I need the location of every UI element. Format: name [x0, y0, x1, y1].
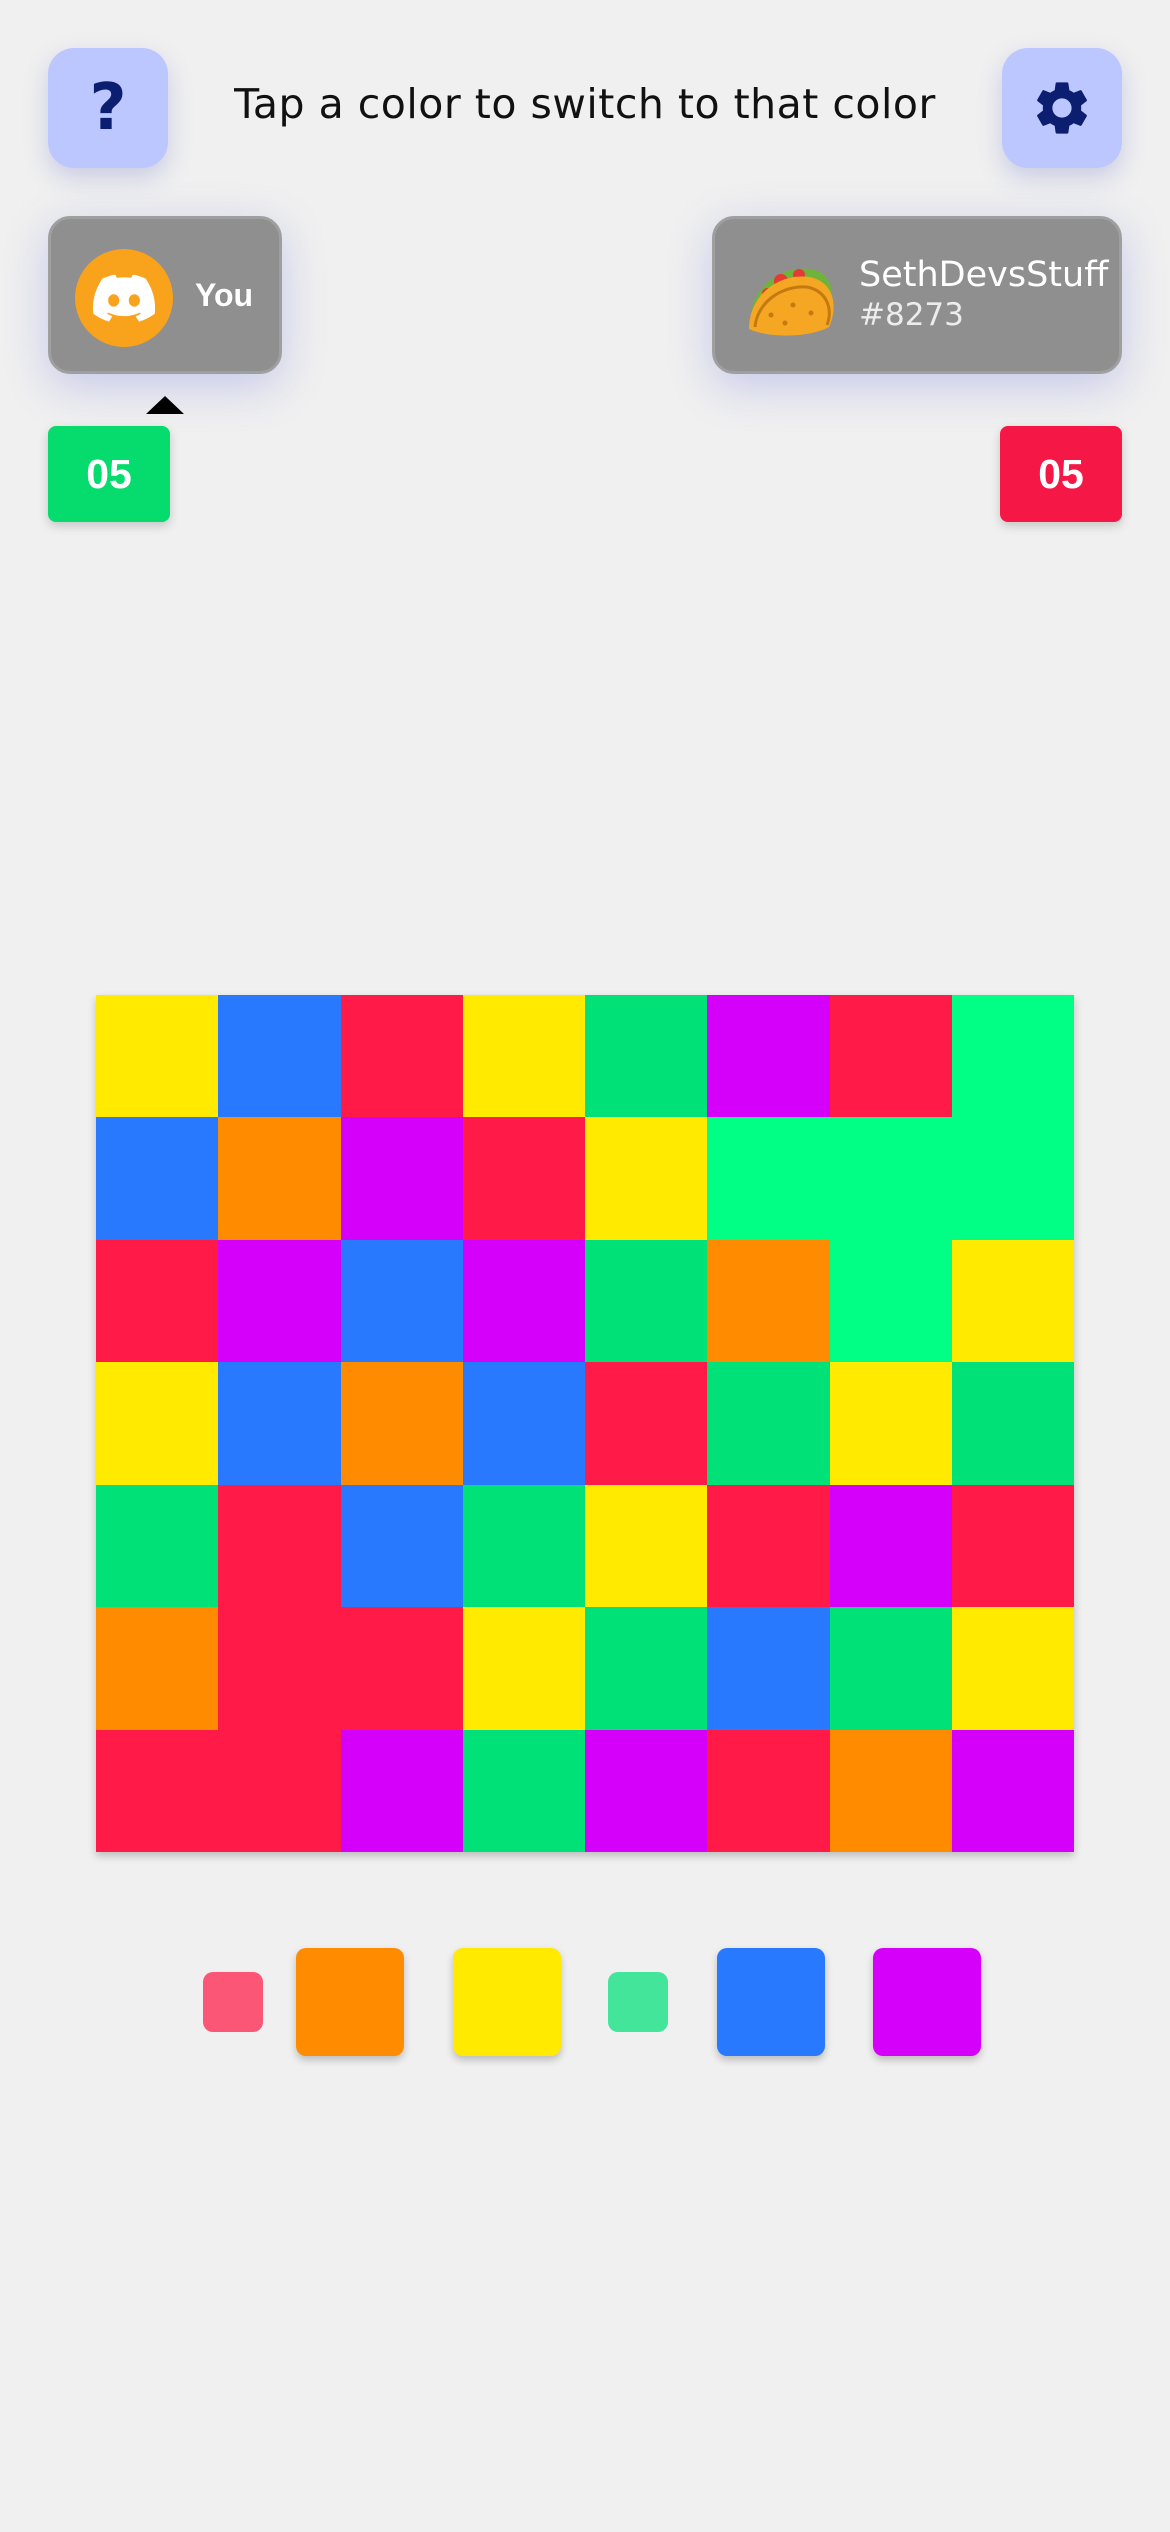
player-name-opponent: SethDevsStuff — [859, 255, 1109, 295]
color-swatch[interactable] — [873, 1948, 981, 2056]
board-cell — [462, 1484, 585, 1608]
board-cell — [462, 995, 585, 1118]
board-cell — [340, 995, 463, 1118]
player-tag-opponent: #8273 — [859, 297, 964, 333]
player-name-you: You — [195, 277, 254, 313]
board-cell — [96, 1607, 219, 1730]
board-cell — [829, 1239, 952, 1363]
board-cell — [951, 1362, 1074, 1485]
board-cell — [585, 1239, 708, 1363]
board-cell — [218, 1239, 341, 1363]
board-cell — [340, 1729, 463, 1852]
board-cell — [96, 1239, 219, 1363]
board-cell — [585, 995, 708, 1118]
score-badge-you: 05 — [48, 426, 170, 522]
gear-icon — [1037, 82, 1087, 134]
color-swatch[interactable] — [296, 1948, 404, 2056]
board-cell — [585, 1362, 708, 1485]
board-cell — [462, 1239, 585, 1363]
player-card-opponent: SethDevsStuff #8273 — [712, 216, 1122, 374]
board-cell — [96, 1117, 219, 1240]
board-cell — [829, 1117, 952, 1240]
game-screen: ? Tap a color to switch to that color Yo… — [0, 0, 1170, 2532]
board-cell — [829, 995, 952, 1118]
board-cell — [218, 1729, 341, 1852]
discord-icon — [93, 274, 155, 322]
board-cell — [951, 1729, 1074, 1852]
color-swatch[interactable] — [717, 1948, 825, 2056]
board-cell — [707, 1729, 830, 1852]
board-cell — [340, 1362, 463, 1485]
board-cell — [340, 1239, 463, 1363]
board-cell — [96, 995, 219, 1118]
board-cell — [462, 1607, 585, 1730]
board-cell — [951, 1607, 1074, 1730]
board-cell — [707, 1607, 830, 1730]
board-cell — [707, 1117, 830, 1240]
board-cell — [829, 1607, 952, 1730]
board-cell — [951, 1484, 1074, 1608]
board-cell — [340, 1117, 463, 1240]
instruction-text: Tap a color to switch to that color — [234, 80, 936, 128]
board-cell — [585, 1729, 708, 1852]
player-card-you: You — [48, 216, 282, 374]
board-cell — [951, 995, 1074, 1118]
board-cell — [96, 1729, 219, 1852]
board-cell — [829, 1362, 952, 1485]
board-cell — [585, 1117, 708, 1240]
settings-button[interactable] — [1002, 48, 1122, 168]
board-cell — [707, 1362, 830, 1485]
board-cell — [829, 1484, 952, 1608]
score-badge-opponent: 05 — [1000, 426, 1122, 522]
turn-indicator-arrow — [146, 396, 184, 414]
board-cell — [707, 1484, 830, 1608]
avatar — [75, 249, 173, 347]
board-cell — [340, 1484, 463, 1608]
board-cell — [96, 1484, 219, 1608]
color-palette — [0, 1948, 1170, 2058]
board-cell — [218, 1362, 341, 1485]
board-cell — [951, 1239, 1074, 1363]
board-cell — [218, 995, 341, 1118]
board-cell — [585, 1607, 708, 1730]
board-cell — [462, 1729, 585, 1852]
board-cell — [96, 1362, 219, 1485]
board-cell — [462, 1117, 585, 1240]
taco-icon — [749, 268, 834, 336]
board-cell — [462, 1362, 585, 1485]
help-button[interactable]: ? — [48, 48, 168, 168]
color-swatch — [203, 1972, 263, 2032]
board-cell — [218, 1117, 341, 1240]
color-swatch[interactable] — [453, 1948, 561, 2056]
question-mark-icon: ? — [89, 71, 127, 145]
game-board — [96, 995, 1074, 1852]
board-cell — [829, 1729, 952, 1852]
color-swatch — [608, 1972, 668, 2032]
board-cell — [707, 995, 830, 1118]
board-cell — [340, 1607, 463, 1730]
board-cell — [951, 1117, 1074, 1240]
board-cell — [218, 1607, 341, 1730]
board-cell — [585, 1484, 708, 1608]
board-cell — [218, 1484, 341, 1608]
board-cell — [707, 1239, 830, 1363]
